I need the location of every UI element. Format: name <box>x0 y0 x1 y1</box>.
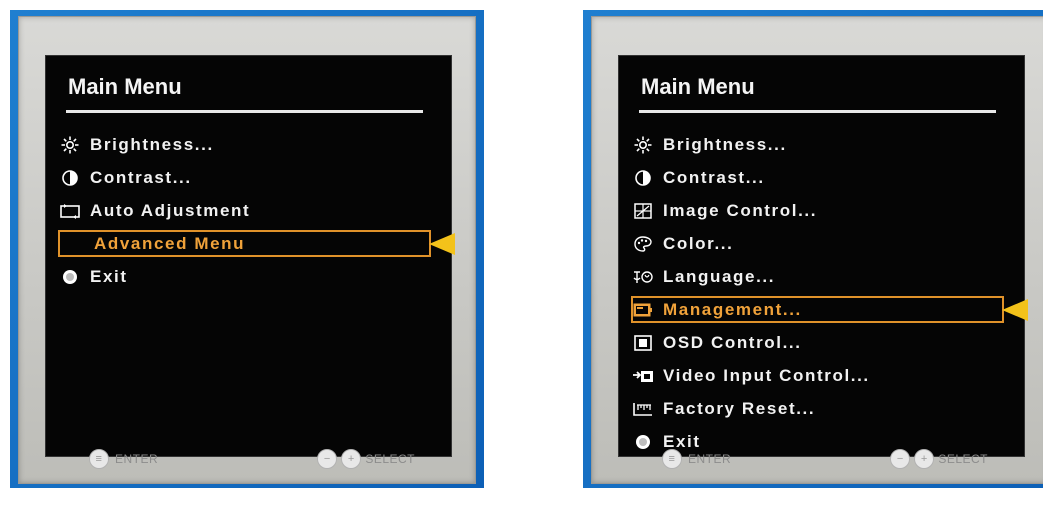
selection-highlight <box>631 296 1004 323</box>
menu-item-label: Image Control... <box>663 200 818 220</box>
select-buttons[interactable]: − + SELECT <box>890 449 988 469</box>
video-input-icon <box>631 365 655 387</box>
menu-item-auto-adjustment[interactable]: Auto Adjustment <box>46 194 451 227</box>
factory-reset-icon <box>631 398 655 420</box>
select-label: SELECT <box>938 452 988 466</box>
osd-title: Main Menu <box>68 74 182 99</box>
enter-icon: ≡ <box>89 449 109 469</box>
sun-icon <box>58 134 82 156</box>
select-label: SELECT <box>365 452 415 466</box>
menu-item-label: OSD Control... <box>663 332 802 352</box>
menu-item-brightness[interactable]: Brightness... <box>619 128 1024 161</box>
menu-item-label: Contrast... <box>90 167 192 187</box>
title-divider <box>66 110 423 113</box>
menu-item-video-input-control[interactable]: Video Input Control... <box>619 359 1024 392</box>
left-monitor: Main Menu Brightness... Contrast... Auto… <box>10 10 484 488</box>
color-palette-icon <box>631 233 655 255</box>
enter-icon: ≡ <box>662 449 682 469</box>
menu-item-contrast[interactable]: Contrast... <box>46 161 451 194</box>
menu-item-management[interactable]: Management... <box>619 293 1028 326</box>
plus-icon[interactable]: + <box>914 449 935 469</box>
monitor-controls: ≡ ENTER − + SELECT <box>592 443 1043 473</box>
menu-item-label: Brightness... <box>90 134 214 154</box>
menu-item-label: Color... <box>663 233 734 253</box>
menu-item-osd-control[interactable]: OSD Control... <box>619 326 1024 359</box>
menu-item-label: Factory Reset... <box>663 398 816 418</box>
monitor-controls: ≡ ENTER − + SELECT <box>19 443 475 473</box>
osd-title: Main Menu <box>641 74 755 99</box>
osd-control-icon <box>631 332 655 354</box>
sun-icon <box>631 134 655 156</box>
menu-item-label: Video Input Control... <box>663 365 870 385</box>
menu-item-exit[interactable]: Exit <box>46 260 451 293</box>
selection-pointer-icon <box>1002 299 1028 321</box>
menu-item-label: Auto Adjustment <box>90 200 251 220</box>
menu-item-label: Brightness... <box>663 134 787 154</box>
menu-item-image-control[interactable]: Image Control... <box>619 194 1024 227</box>
image-control-icon <box>631 200 655 222</box>
selection-highlight <box>58 230 431 257</box>
menu-item-brightness[interactable]: Brightness... <box>46 128 451 161</box>
enter-label: ENTER <box>688 452 732 466</box>
menu-item-label: Contrast... <box>663 167 765 187</box>
osd-screen: Main Menu Brightness... Contrast... <box>618 55 1028 458</box>
right-monitor: Main Menu Brightness... Contrast... Imag… <box>583 10 1043 488</box>
menu-item-language[interactable]: Language... <box>619 260 1024 293</box>
enter-button[interactable]: ≡ ENTER <box>662 449 731 469</box>
menu-item-label: Language... <box>663 266 776 286</box>
osd-screen: Main Menu Brightness... Contrast... <box>45 55 455 457</box>
menu-item-advanced-menu[interactable]: Advanced Menu <box>46 227 455 260</box>
menu-item-label: Exit <box>90 266 128 286</box>
auto-adjust-icon <box>58 200 82 222</box>
menu-item-contrast[interactable]: Contrast... <box>619 161 1024 194</box>
monitor-bezel: Main Menu Brightness... Contrast... <box>18 16 476 484</box>
minus-icon[interactable]: − <box>890 449 911 469</box>
selection-pointer-icon <box>429 233 455 255</box>
select-buttons[interactable]: − + SELECT <box>317 449 415 469</box>
menu-item-color[interactable]: Color... <box>619 227 1024 260</box>
contrast-icon <box>631 167 655 189</box>
osd-menu: Brightness... Contrast... Auto Adjustmen… <box>46 128 455 293</box>
plus-icon[interactable]: + <box>341 449 362 469</box>
enter-button[interactable]: ≡ ENTER <box>89 449 158 469</box>
contrast-icon <box>58 167 82 189</box>
menu-item-factory-reset[interactable]: Factory Reset... <box>619 392 1024 425</box>
minus-icon[interactable]: − <box>317 449 338 469</box>
exit-icon <box>58 266 82 288</box>
enter-label: ENTER <box>115 452 159 466</box>
title-divider <box>639 110 996 113</box>
language-icon <box>631 266 655 288</box>
osd-menu: Brightness... Contrast... Image Control.… <box>619 128 1028 458</box>
monitor-bezel: Main Menu Brightness... Contrast... <box>591 16 1043 484</box>
